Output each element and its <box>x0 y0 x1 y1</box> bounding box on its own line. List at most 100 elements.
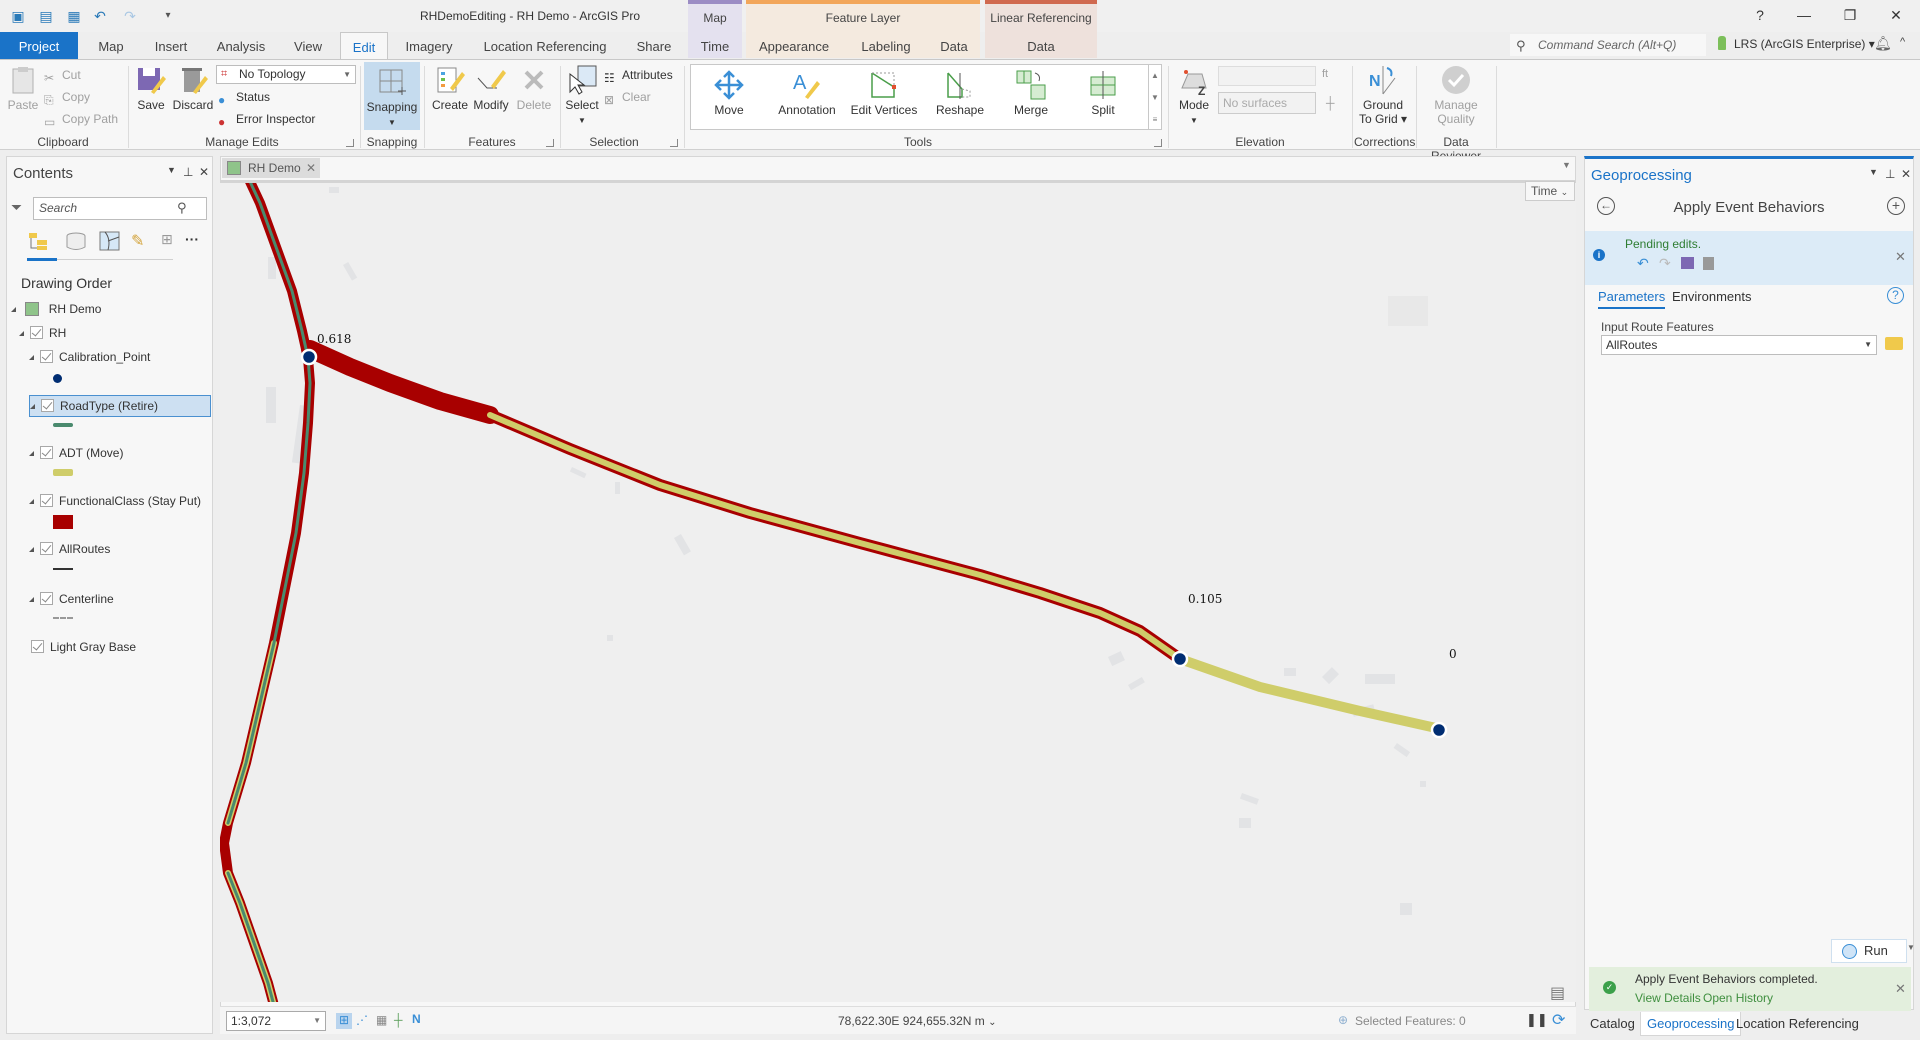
discard-edits-button[interactable]: Discard <box>172 64 214 112</box>
tab-edit[interactable]: Edit <box>340 32 388 59</box>
collapse-icon[interactable] <box>29 499 34 504</box>
views-menu-icon[interactable]: ▼ <box>1562 160 1571 170</box>
copy-path-button[interactable]: ▭ Copy Path <box>44 110 118 129</box>
list-by-snapping-icon[interactable]: ⊞ <box>161 231 177 251</box>
collapse-icon[interactable] <box>29 547 34 552</box>
restore-button[interactable]: ❐ <box>1828 4 1872 26</box>
close-pane-icon[interactable]: ✕ <box>199 165 209 179</box>
map-notes-icon[interactable]: ▤ <box>1550 983 1565 1002</box>
pin-icon[interactable]: ⊥ <box>183 165 193 179</box>
layer-visibility-checkbox[interactable] <box>30 326 43 339</box>
collapse-icon[interactable] <box>29 451 34 456</box>
status-button[interactable]: ● Status <box>218 88 270 107</box>
more-views-icon[interactable]: ··· <box>185 231 199 247</box>
close-button[interactable]: ✕ <box>1874 4 1918 26</box>
layer-visibility-checkbox[interactable] <box>40 494 53 507</box>
elevation-value-input[interactable] <box>1218 66 1316 86</box>
tool-reshape[interactable]: Reshape <box>927 69 993 117</box>
list-by-selection-icon[interactable] <box>99 231 121 251</box>
refresh-icon[interactable]: ⟳ <box>1552 1010 1565 1030</box>
tab-imagery[interactable]: Imagery <box>394 32 464 59</box>
fill-symbol[interactable] <box>53 515 73 529</box>
tab-feature-data[interactable]: Data <box>932 32 976 59</box>
tab-catalog[interactable]: Catalog <box>1584 1012 1641 1036</box>
tab-share[interactable]: Share <box>626 32 682 59</box>
tab-view[interactable]: View <box>282 32 334 59</box>
pin-icon[interactable]: ⊥ <box>1885 167 1895 181</box>
clear-selection-button[interactable]: ⊠ Clear <box>604 88 651 107</box>
list-by-editing-icon[interactable]: ✎ <box>131 231 153 251</box>
toc-layer-adt[interactable]: ADT (Move) <box>29 443 123 463</box>
pane-menu-icon[interactable]: ▼ <box>167 165 176 175</box>
snapping-toggle-icon[interactable]: ⊞ <box>336 1013 352 1029</box>
toc-layer-roadtype-selected[interactable]: RoadType (Retire) <box>29 395 211 417</box>
collapse-icon[interactable] <box>11 307 16 312</box>
toc-layer-functional-class[interactable]: FunctionalClass (Stay Put) <box>29 491 201 511</box>
line-symbol[interactable] <box>53 423 73 427</box>
modify-button[interactable]: Modify <box>470 64 512 112</box>
line-symbol[interactable] <box>53 568 73 570</box>
filter-icon[interactable]: ⏷ <box>11 199 22 216</box>
close-tab-icon[interactable]: ✕ <box>306 158 316 178</box>
collapse-icon[interactable] <box>29 355 34 360</box>
toc-layer-calibration-point[interactable]: Calibration_Point <box>29 347 150 367</box>
delete-button[interactable]: Delete <box>514 64 554 112</box>
tool-annotation[interactable]: A Annotation <box>767 69 847 117</box>
elevation-mode-button[interactable]: Z Mode ▼ <box>1172 64 1216 126</box>
correction-icon[interactable]: ┼ <box>394 1013 403 1027</box>
command-search-input[interactable]: Command Search (Alt+Q) <box>1510 34 1706 56</box>
ground-to-grid-button[interactable]: N Ground To Grid ▾ <box>1356 64 1410 126</box>
attributes-button[interactable]: ☷ Attributes <box>604 66 673 85</box>
cut-button[interactable]: ✂ Cut <box>44 66 81 85</box>
redo-icon[interactable]: ↷ <box>1659 255 1671 272</box>
calibration-point[interactable] <box>1430 721 1448 739</box>
tool-split[interactable]: Split <box>1073 69 1133 117</box>
grid-icon[interactable]: ▦ <box>376 1013 387 1027</box>
tab-analysis[interactable]: Analysis <box>206 32 276 59</box>
select-button[interactable]: Select ▼ <box>564 64 600 126</box>
help-button[interactable]: ? <box>1738 4 1782 26</box>
tab-time[interactable]: Time <box>688 32 742 59</box>
tab-map[interactable]: Map <box>84 32 138 59</box>
view-details-link[interactable]: View Details <box>1635 991 1701 1005</box>
ground-to-grid-toggle-icon[interactable]: N <box>412 1012 421 1026</box>
snapping-button[interactable]: Snapping ▼ <box>364 62 420 130</box>
list-by-source-icon[interactable] <box>65 231 87 251</box>
tab-lr-data[interactable]: Data <box>985 32 1097 59</box>
close-banner-icon[interactable]: ✕ <box>1895 249 1906 265</box>
map-view-tab[interactable]: RH Demo ✕ <box>222 158 320 178</box>
copy-button[interactable]: ⎘ Copy <box>44 88 90 107</box>
calibration-point[interactable] <box>1171 650 1189 668</box>
tab-appearance[interactable]: Appearance <box>752 32 836 59</box>
create-button[interactable]: Create <box>430 64 470 112</box>
pause-drawing-icon[interactable]: ❚❚ <box>1526 1012 1548 1028</box>
layer-visibility-checkbox[interactable] <box>31 640 44 653</box>
error-inspector-button[interactable]: ● Error Inspector <box>218 110 315 129</box>
features-launcher[interactable] <box>546 139 554 147</box>
scale-selector[interactable]: 1:3,072 ▼ <box>226 1011 326 1031</box>
close-pane-icon[interactable]: ✕ <box>1901 167 1911 181</box>
selection-launcher[interactable] <box>670 139 678 147</box>
pane-menu-icon[interactable]: ▼ <box>1869 167 1878 177</box>
point-symbol[interactable] <box>53 374 62 383</box>
tab-location-referencing-pane[interactable]: Location Referencing <box>1730 1012 1865 1036</box>
calibration-point[interactable] <box>300 348 318 366</box>
notification-bell-icon[interactable]: 🔔︎ <box>1874 35 1892 52</box>
minimize-button[interactable]: — <box>1782 4 1826 26</box>
time-slider-button[interactable]: Time ⌄ <box>1525 181 1575 201</box>
tool-move[interactable]: Move <box>699 69 759 117</box>
tab-project[interactable]: Project <box>0 32 78 59</box>
toc-layer-allroutes[interactable]: AllRoutes <box>29 539 110 559</box>
add-to-favorites-icon[interactable]: + <box>1887 197 1905 215</box>
close-banner-icon[interactable]: ✕ <box>1895 981 1906 997</box>
collapse-icon[interactable] <box>30 404 35 409</box>
tool-merge[interactable]: Merge <box>1001 69 1061 117</box>
layer-visibility-checkbox[interactable] <box>40 542 53 555</box>
toc-layer-rh[interactable]: RH <box>19 323 66 343</box>
input-route-features-dropdown[interactable]: AllRoutes ▼ <box>1601 335 1877 355</box>
topology-dropdown[interactable]: No Topology ⌗ ▼ <box>216 65 356 84</box>
toc-layer-light-gray-base[interactable]: Light Gray Base <box>31 637 136 657</box>
layer-visibility-checkbox[interactable] <box>41 399 54 412</box>
open-history-link[interactable]: Open History <box>1703 991 1773 1005</box>
list-by-drawing-order-icon[interactable] <box>27 231 49 251</box>
